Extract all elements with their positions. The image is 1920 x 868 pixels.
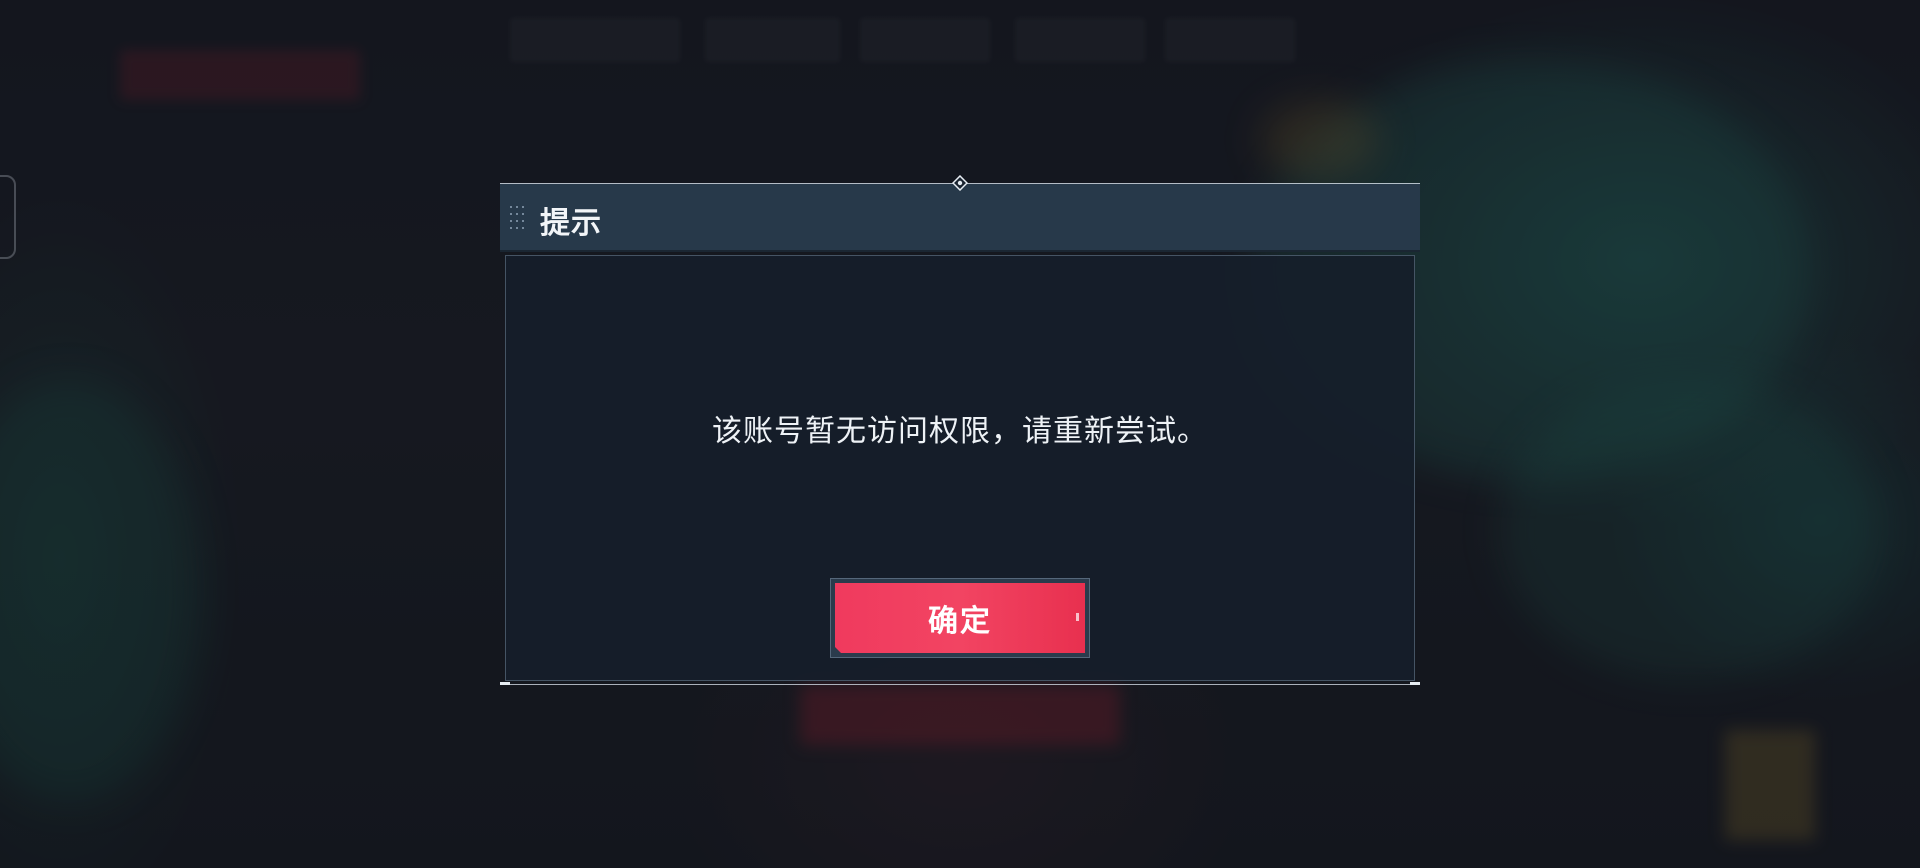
dialog-bottom-border bbox=[500, 684, 1420, 685]
dialog-body: 该账号暂无访问权限，请重新尝试。 确定 bbox=[505, 255, 1415, 681]
game-screen: 提示 该账号暂无访问权限，请重新尝试。 确定 bbox=[0, 0, 1920, 868]
diamond-pin-icon bbox=[952, 175, 968, 191]
dialog-header: 提示 bbox=[500, 184, 1420, 252]
grip-dots-icon bbox=[510, 206, 526, 232]
corner-marker bbox=[1410, 682, 1420, 685]
corner-marker bbox=[500, 682, 510, 685]
alert-dialog: 提示 该账号暂无访问权限，请重新尝试。 确定 bbox=[500, 175, 1420, 686]
dialog-message: 该账号暂无访问权限，请重新尝试。 bbox=[712, 414, 1208, 449]
dialog-title: 提示 bbox=[540, 206, 602, 241]
confirm-button[interactable]: 确定 bbox=[835, 583, 1085, 653]
confirm-button-frame: 确定 bbox=[830, 578, 1090, 658]
